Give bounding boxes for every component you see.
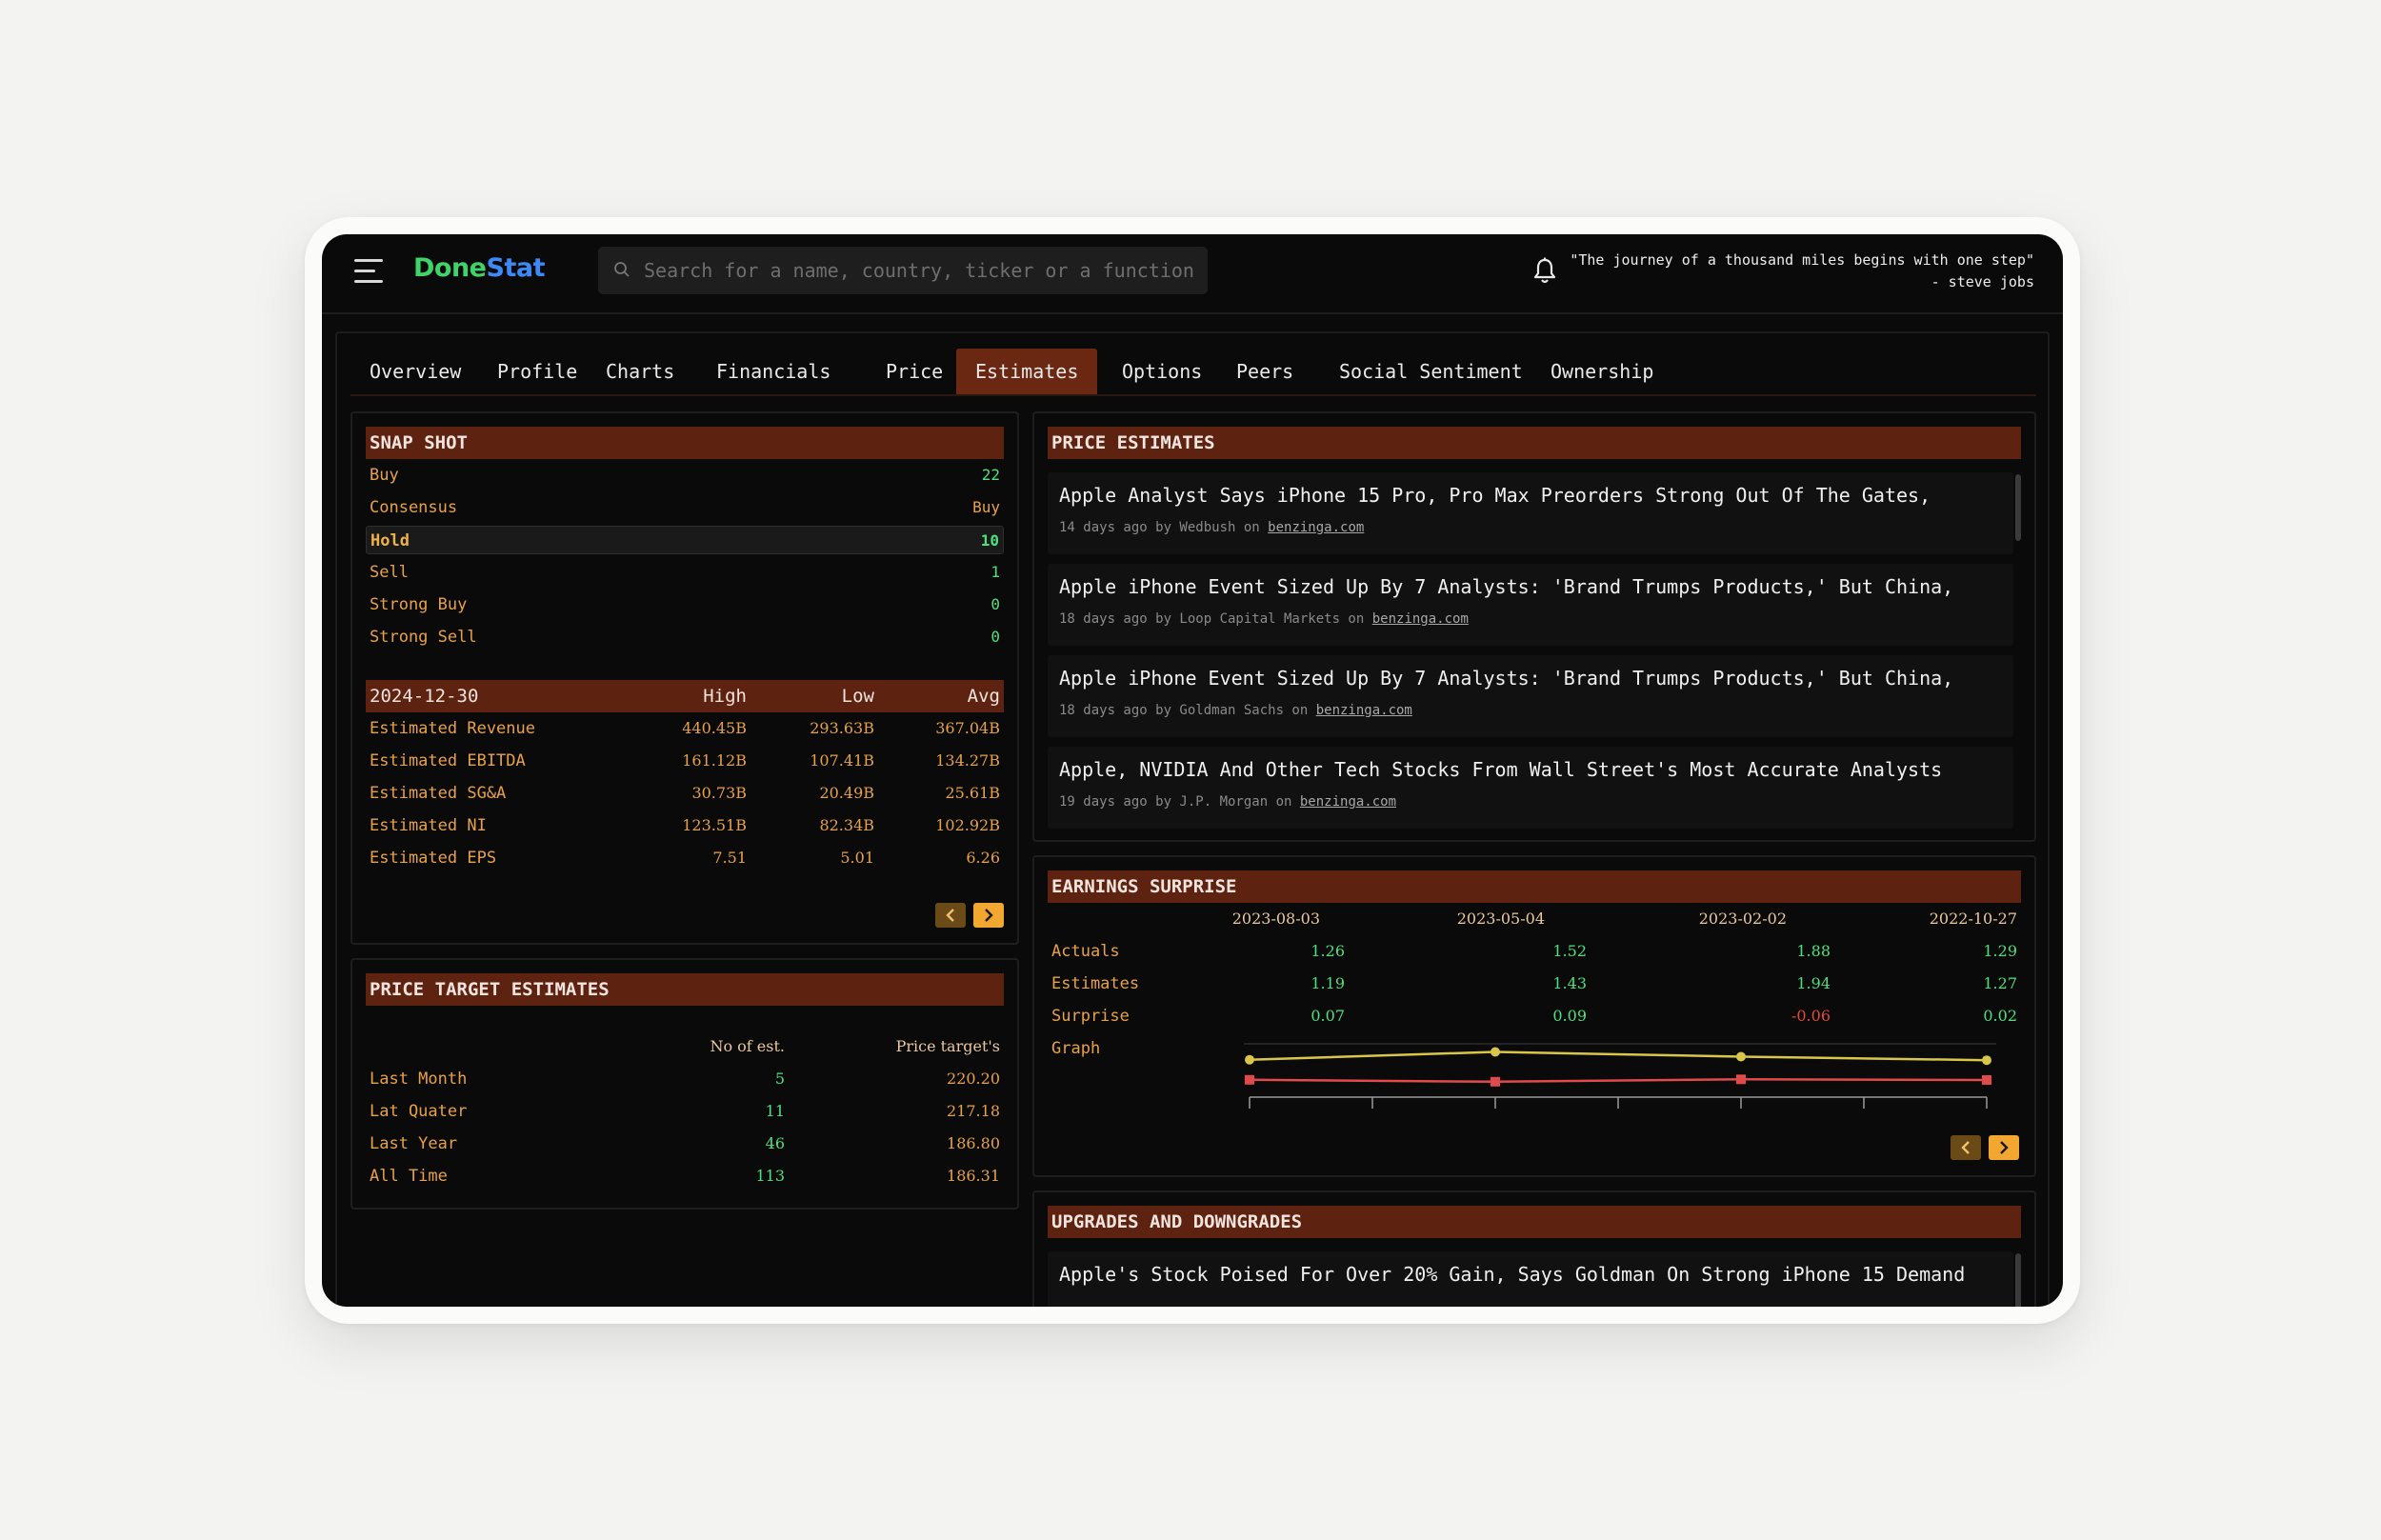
tab-options[interactable]: Options bbox=[1103, 349, 1221, 394]
chevron-left-icon bbox=[946, 909, 954, 922]
tab-bar: Overview Profile Charts Financials Price… bbox=[350, 349, 2036, 396]
snapshot-row: Consensus Buy bbox=[370, 498, 1000, 517]
app-screen: DoneStat "The journey of a thousand mile… bbox=[322, 234, 2063, 1307]
snapshot-row-highlighted: Hold 10 bbox=[366, 526, 1004, 554]
earnings-dates-row: 2023-08-03 2023-05-04 2023-02-02 2022-10… bbox=[1231, 910, 2017, 928]
snapshot-next-button[interactable] bbox=[973, 903, 1004, 928]
news-item[interactable]: Apple's Stock Poised For Over 20% Gain, … bbox=[1048, 1251, 2013, 1307]
main-content: Overview Profile Charts Financials Price… bbox=[335, 331, 2050, 1307]
tab-ownership[interactable]: Ownership bbox=[1531, 349, 1672, 394]
tab-price[interactable]: Price bbox=[867, 349, 962, 394]
earnings-title: EARNINGS SURPRISE bbox=[1048, 870, 2021, 903]
estimate-row: Estimated SG&A 30.73B 20.49B 25.61B bbox=[370, 784, 1000, 803]
source-link[interactable]: benzinga.com bbox=[1300, 794, 1396, 810]
earnings-graph bbox=[1244, 1043, 1996, 1109]
estimate-row: Estimated NI 123.51B 82.34B 102.92B bbox=[370, 816, 1000, 835]
estimate-row: Estimated Revenue 440.45B 293.63B 367.04B bbox=[370, 719, 1000, 738]
snapshot-row: Sell 1 bbox=[370, 563, 1000, 582]
price-target-row: Last Month 5 220.20 bbox=[370, 1070, 1000, 1089]
estimates-point bbox=[1982, 1075, 1991, 1085]
chevron-right-icon bbox=[985, 909, 993, 922]
news-item[interactable]: Apple iPhone Event Sized Up By 7 Analyst… bbox=[1048, 564, 2013, 646]
estimates-point bbox=[1736, 1074, 1746, 1085]
estimates-header: 2024-12-30 High Low Avg bbox=[366, 680, 1004, 712]
news-item[interactable]: Apple iPhone Event Sized Up By 7 Analyst… bbox=[1048, 655, 2013, 737]
actuals-point bbox=[1736, 1051, 1746, 1062]
upgrades-title: UPGRADES AND DOWNGRADES bbox=[1048, 1206, 2021, 1238]
snapshot-prev-button[interactable] bbox=[935, 903, 966, 928]
tab-estimates[interactable]: Estimates bbox=[956, 349, 1098, 394]
actuals-series-line bbox=[1249, 1050, 1988, 1062]
upgrades-panel: UPGRADES AND DOWNGRADES Apple's Stock Po… bbox=[1032, 1190, 2036, 1307]
app-logo[interactable]: DoneStat bbox=[413, 253, 545, 283]
top-header: DoneStat "The journey of a thousand mile… bbox=[322, 234, 2063, 314]
chevron-left-icon bbox=[1961, 1141, 1970, 1154]
actuals-point bbox=[1982, 1055, 1991, 1066]
price-target-row: All Time 113 186.31 bbox=[370, 1167, 1000, 1186]
scrollbar[interactable] bbox=[2015, 1253, 2021, 1307]
news-item[interactable]: Apple Analyst Says iPhone 15 Pro, Pro Ma… bbox=[1048, 472, 2013, 554]
price-target-header: No of est. Price target's bbox=[710, 1037, 1000, 1055]
earnings-prev-button[interactable] bbox=[1951, 1135, 1981, 1160]
estimates-point bbox=[1245, 1074, 1254, 1085]
source-link[interactable]: benzinga.com bbox=[1268, 520, 1364, 535]
earnings-row: Surprise 0.07 0.09 -0.06 0.02 bbox=[1051, 1007, 2017, 1026]
quote-text: "The journey of a thousand miles begins … bbox=[1570, 251, 2034, 269]
bell-icon[interactable] bbox=[1531, 257, 1558, 286]
actuals-point bbox=[1245, 1054, 1254, 1065]
snapshot-title: SNAP SHOT bbox=[366, 427, 1004, 459]
snapshot-row: Buy 22 bbox=[370, 466, 1000, 485]
price-target-row: Lat Quater 11 217.18 bbox=[370, 1102, 1000, 1121]
price-target-panel: PRICE TARGET ESTIMATES No of est. Price t… bbox=[350, 958, 1019, 1210]
tab-social-sentiment[interactable]: Social Sentiment bbox=[1320, 349, 1542, 394]
actuals-point bbox=[1491, 1047, 1500, 1057]
quote: "The journey of a thousand miles begins … bbox=[1570, 250, 2034, 293]
earnings-surprise-panel: EARNINGS SURPRISE 2023-08-03 2023-05-04 … bbox=[1032, 855, 2036, 1177]
earnings-next-button[interactable] bbox=[1989, 1135, 2019, 1160]
news-item[interactable]: Apple, NVIDIA And Other Tech Stocks From… bbox=[1048, 747, 2013, 829]
tab-peers[interactable]: Peers bbox=[1217, 349, 1312, 394]
device-frame: DoneStat "The journey of a thousand mile… bbox=[305, 217, 2080, 1324]
search-box bbox=[598, 247, 1208, 294]
source-link[interactable]: benzinga.com bbox=[1372, 611, 1469, 627]
estimates-series-line bbox=[1249, 1078, 1988, 1084]
search-icon bbox=[614, 262, 630, 277]
estimates-point bbox=[1491, 1076, 1500, 1087]
price-estimates-title: PRICE ESTIMATES bbox=[1048, 427, 2021, 459]
tab-financials[interactable]: Financials bbox=[697, 349, 850, 394]
scrollbar[interactable] bbox=[2015, 474, 2021, 541]
estimate-row: Estimated EPS 7.51 5.01 6.26 bbox=[370, 849, 1000, 868]
price-target-row: Last Year 46 186.80 bbox=[370, 1134, 1000, 1153]
price-estimates-panel: PRICE ESTIMATES Apple Analyst Says iPhon… bbox=[1032, 411, 2036, 842]
tab-profile[interactable]: Profile bbox=[478, 349, 596, 394]
price-target-title: PRICE TARGET ESTIMATES bbox=[366, 973, 1004, 1006]
earnings-row: Actuals 1.26 1.52 1.88 1.29 bbox=[1051, 942, 2017, 961]
search-input[interactable] bbox=[644, 247, 1196, 294]
snapshot-row: Strong Buy 0 bbox=[370, 595, 1000, 614]
source-link[interactable]: benzinga.com bbox=[1316, 703, 1412, 718]
quote-author: - steve jobs bbox=[1931, 273, 2034, 290]
snapshot-panel: SNAP SHOT Buy 22 Consensus Buy Hold 10 Sell… bbox=[350, 411, 1019, 945]
snapshot-row: Strong Sell 0 bbox=[370, 628, 1000, 647]
earnings-row: Estimates 1.19 1.43 1.94 1.27 bbox=[1051, 974, 2017, 993]
hamburger-menu-icon[interactable] bbox=[354, 259, 385, 284]
tab-charts[interactable]: Charts bbox=[587, 349, 693, 394]
chevron-right-icon bbox=[2000, 1141, 2009, 1154]
estimate-row: Estimated EBITDA 161.12B 107.41B 134.27B bbox=[370, 751, 1000, 770]
tab-overview[interactable]: Overview bbox=[350, 349, 480, 394]
